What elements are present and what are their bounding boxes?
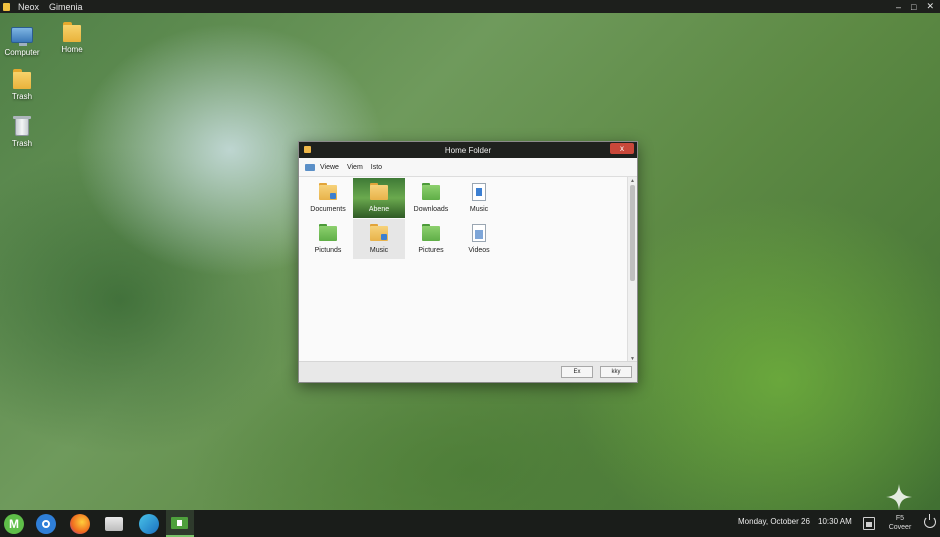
footer-button-kky[interactable]: kky: [600, 366, 632, 378]
window-titlebar[interactable]: Home Folder x: [299, 142, 637, 158]
maximize-button[interactable]: □: [911, 2, 916, 12]
tray-label: Coveer: [888, 524, 912, 531]
desktop-icon-trash[interactable]: Trash: [0, 116, 44, 148]
file-item-label: Pictures: [418, 247, 444, 254]
folder-yellow-icon: [370, 183, 388, 201]
taskbar-date[interactable]: Monday, October 26: [738, 517, 810, 526]
file-item-videos[interactable]: Videos: [453, 219, 505, 259]
start-menu-button[interactable]: M: [4, 514, 24, 534]
menu-item-viem[interactable]: Viem: [347, 164, 363, 171]
file-item-music[interactable]: Music: [453, 178, 505, 218]
desktop-icon-label: Computer: [4, 48, 40, 57]
file-item-label: Pictunds: [314, 247, 342, 254]
minimize-button[interactable]: –: [896, 2, 901, 12]
desktop-icon-home[interactable]: Home: [50, 22, 94, 54]
desktop-icon-trash-folder[interactable]: Trash: [0, 69, 44, 101]
edge-icon[interactable]: [139, 514, 159, 534]
menu-item-view[interactable]: Viewe: [320, 164, 339, 171]
music-badge-icon: [381, 234, 387, 240]
vertical-scrollbar[interactable]: ▲ ▼: [627, 177, 637, 363]
file-item-label: Documents: [310, 206, 346, 213]
file-item-abene[interactable]: Abene: [353, 178, 405, 218]
window-menubar: Viewe Viem Isto: [299, 158, 637, 177]
folder-icon: [63, 22, 81, 42]
window-title: Home Folder: [444, 145, 492, 155]
window-footer: Ex kky: [299, 361, 637, 382]
document-icon: [472, 183, 486, 201]
top-menu-1[interactable]: Neox: [18, 2, 39, 12]
file-item-label: Videos: [468, 247, 490, 254]
file-item-label: Downloads: [413, 206, 449, 213]
firefox-icon[interactable]: [70, 514, 90, 534]
folder-green-icon: [422, 183, 440, 201]
computer-icon: [11, 27, 33, 46]
tray-cover[interactable]: F5 Coveer: [885, 514, 915, 532]
document-badge-icon: [330, 193, 336, 199]
menu-item-isto[interactable]: Isto: [371, 164, 382, 171]
footer-button-ex[interactable]: Ex: [561, 366, 593, 378]
app-icon: [3, 2, 10, 11]
active-window-icon: [171, 517, 188, 529]
desktop-icon-computer[interactable]: Computer: [0, 25, 44, 57]
file-item-music-folder[interactable]: Music: [353, 219, 405, 259]
window-close-button[interactable]: x: [610, 143, 634, 154]
video-document-icon: [472, 224, 486, 242]
calendar-icon[interactable]: [863, 517, 875, 530]
top-bar: Neox Gimenia – □ ✕: [0, 0, 940, 13]
desktop-icon-label: Trash: [11, 92, 33, 101]
trash-icon: [13, 116, 31, 136]
file-item-label: Abene: [368, 206, 390, 213]
scrollbar-thumb[interactable]: [630, 185, 635, 281]
folder-icon: [13, 69, 31, 89]
window-controls: – □ ✕: [896, 0, 934, 13]
blue-circle-app-icon[interactable]: [36, 514, 56, 534]
desktop-icon-label: Home: [61, 45, 83, 54]
taskbar-time[interactable]: 10:30 AM: [818, 517, 852, 526]
top-menu-2[interactable]: Gimenia: [49, 2, 83, 12]
files-icon[interactable]: [105, 517, 123, 531]
folder-green-icon: [319, 224, 337, 242]
sparkle-icon: [886, 484, 912, 510]
close-button[interactable]: ✕: [926, 1, 934, 12]
window-icon: [304, 146, 311, 153]
file-item-label: Music: [369, 247, 389, 254]
tray-top-label: F5: [895, 515, 905, 522]
folder-green-icon: [422, 224, 440, 242]
folder-menu-icon[interactable]: [305, 163, 315, 171]
home-folder-window: Home Folder x Viewe Viem Isto Documents …: [298, 141, 638, 383]
active-window-button[interactable]: [166, 510, 194, 537]
desktop-icon-label: Trash: [11, 139, 33, 148]
file-item-pictunds[interactable]: Pictunds: [302, 219, 354, 259]
file-item-pictures[interactable]: Pictures: [405, 219, 457, 259]
file-view: Documents Abene Downloads Music Pictunds…: [299, 177, 628, 363]
scroll-up-icon[interactable]: ▲: [630, 178, 635, 184]
file-item-label: Music: [469, 206, 489, 213]
power-icon[interactable]: [924, 514, 936, 528]
file-item-downloads[interactable]: Downloads: [405, 178, 457, 218]
file-item-documents[interactable]: Documents: [302, 178, 354, 218]
taskbar: M Monday, October 26 10:30 AM F5 Coveer: [0, 510, 940, 537]
